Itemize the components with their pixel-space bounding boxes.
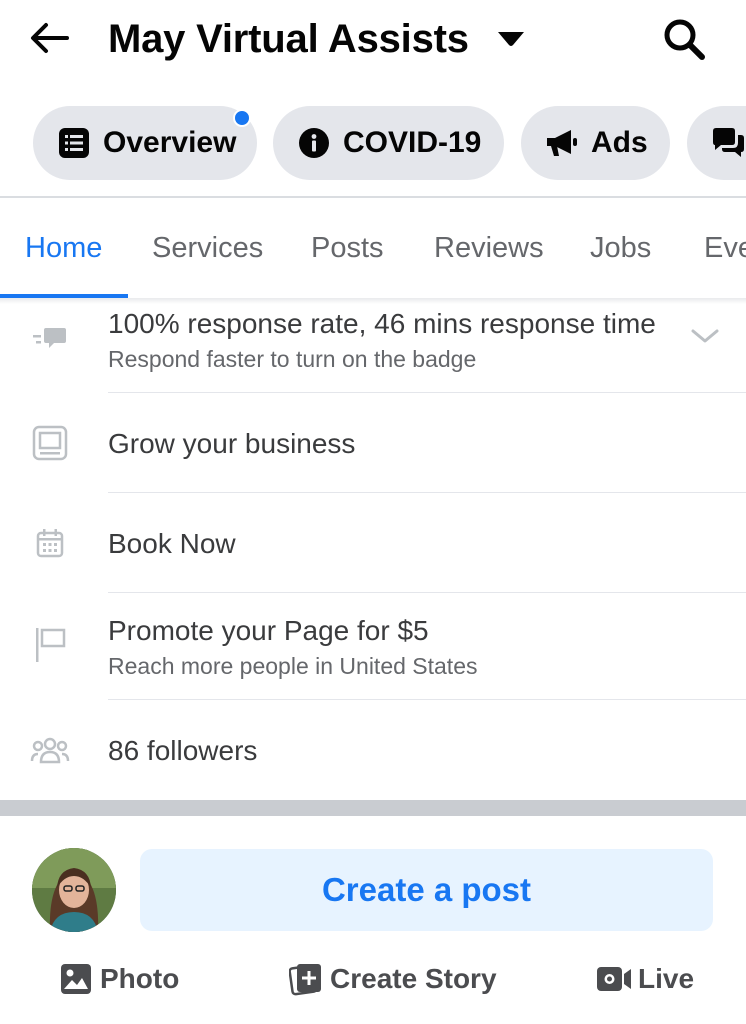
notification-dot xyxy=(233,109,251,127)
chip-overview-label: Overview xyxy=(103,126,237,159)
book-now-row[interactable]: Book Now xyxy=(0,493,746,592)
promote-page-text: Promote your Page for $5 xyxy=(108,615,429,646)
chip-covid-19[interactable]: COVID-19 xyxy=(273,106,504,180)
search-icon xyxy=(664,19,705,60)
promote-page-subtitle: Reach more people in United States xyxy=(108,653,478,679)
story-plus-icon xyxy=(288,961,324,997)
followers-count: 86 followers xyxy=(108,735,258,766)
chip-ads-label: Ads xyxy=(591,126,648,159)
people-icon xyxy=(28,730,72,770)
photo-icon xyxy=(58,961,94,997)
section-divider xyxy=(0,800,746,816)
tab-home[interactable]: Home xyxy=(25,232,102,265)
create-story-label: Create Story xyxy=(330,963,497,994)
promote-page-row[interactable]: Promote your Page for $5 Reach more peop… xyxy=(0,593,746,699)
tab-posts[interactable]: Posts xyxy=(311,232,384,265)
search-button[interactable] xyxy=(656,12,712,66)
chevron-down-icon[interactable] xyxy=(690,326,720,350)
back-button[interactable] xyxy=(24,16,74,60)
tab-reviews[interactable]: Reviews xyxy=(434,232,544,265)
response-rate-subtitle: Respond faster to turn on the badge xyxy=(108,346,477,372)
chip-overview[interactable]: Overview xyxy=(33,106,257,180)
photo-label: Photo xyxy=(100,963,180,994)
monitor-icon xyxy=(28,423,72,463)
chip-ads[interactable]: Ads xyxy=(521,106,670,180)
chip-covid-label: COVID-19 xyxy=(343,126,482,159)
chip-messages[interactable] xyxy=(687,106,746,180)
video-camera-icon xyxy=(596,961,632,997)
followers-row[interactable]: 86 followers xyxy=(0,700,746,800)
caret-down-icon xyxy=(498,32,524,46)
flag-icon xyxy=(28,625,72,665)
list-icon xyxy=(57,126,91,160)
quick-actions-bar: Overview COVID-19 Ads xyxy=(0,104,746,184)
live-button[interactable]: Live xyxy=(596,955,694,1003)
page-tabs: Home Services Posts Reviews Jobs Eve xyxy=(0,198,746,298)
calendar-icon xyxy=(28,523,72,563)
megaphone-icon xyxy=(545,126,579,160)
response-chat-icon xyxy=(28,320,72,360)
back-arrow-icon xyxy=(31,23,69,53)
photo-button[interactable]: Photo xyxy=(58,955,179,1003)
avatar[interactable] xyxy=(32,848,116,932)
live-label: Live xyxy=(638,963,695,994)
grow-business-row[interactable]: Grow your business xyxy=(0,393,746,492)
response-rate-row[interactable]: 100% response rate, 46 mins response tim… xyxy=(0,300,746,392)
page-title: May Virtual Assists xyxy=(108,17,469,61)
chat-bubbles-icon xyxy=(711,126,745,160)
create-story-button[interactable]: Create Story xyxy=(288,955,497,1003)
tab-jobs[interactable]: Jobs xyxy=(590,232,651,265)
page-switcher-caret[interactable] xyxy=(494,24,528,54)
tab-services[interactable]: Services xyxy=(152,232,263,265)
info-icon xyxy=(297,126,331,160)
book-now-label: Book Now xyxy=(108,528,236,559)
create-post-button[interactable]: Create a post xyxy=(140,849,713,931)
tab-events[interactable]: Eve xyxy=(704,232,746,265)
grow-business-label: Grow your business xyxy=(108,428,356,459)
response-rate-text: 100% response rate, 46 mins response tim… xyxy=(108,308,656,339)
